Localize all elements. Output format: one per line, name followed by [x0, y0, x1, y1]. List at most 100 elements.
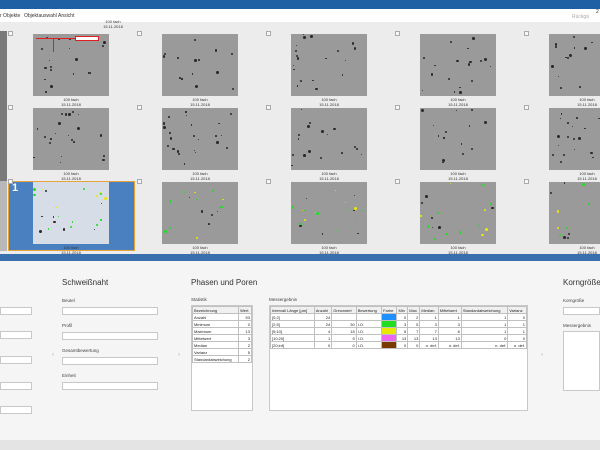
header-caption: 100 fach 15.11.2018: [68, 19, 158, 29]
image-thumbnail[interactable]: [291, 182, 367, 244]
thumbnail-caption-date: 15.11.2018: [319, 176, 339, 181]
checkbox-icon[interactable]: [395, 31, 400, 36]
pore-speck: [315, 87, 318, 91]
pore-speck: [443, 137, 445, 139]
field-label-einheit: Einheit: [62, 373, 76, 378]
beutel-input[interactable]: [62, 307, 158, 315]
statistik-table: Bezeichnung Wert Anzahl 53 Minimum 0 Maximum 13…: [191, 306, 252, 363]
table-row[interactable]: [5;10] 4 15 i.O. 5 7 7 6 1 1: [270, 327, 527, 335]
undo-link[interactable]: Rückgä: [572, 14, 589, 20]
pore-speck: [484, 208, 487, 212]
menu-item-objekte[interactable]: r Objekte: [0, 13, 20, 19]
image-thumbnail[interactable]: [420, 108, 496, 170]
table-row[interactable]: Maximum 13: [191, 327, 252, 335]
table-row[interactable]: Standardabweichung 2: [191, 355, 252, 363]
pore-speck: [560, 87, 563, 90]
pore-speck: [193, 39, 196, 42]
table-row[interactable]: Mittelwert 3: [191, 334, 252, 342]
image-thumbnail[interactable]: [549, 182, 600, 244]
pore-speck: [197, 138, 200, 141]
checkbox-icon[interactable]: [524, 179, 529, 184]
left-field-4[interactable]: [0, 382, 32, 390]
checkbox-icon[interactable]: [266, 31, 271, 36]
statistik-cell: 13: [238, 327, 252, 335]
pore-speck: [77, 113, 79, 115]
checkbox-icon[interactable]: [8, 105, 13, 110]
pore-speck: [562, 153, 566, 157]
gallery-left-scroll-lower[interactable]: [0, 181, 7, 251]
checkbox-icon[interactable]: [137, 31, 142, 36]
left-field-2[interactable]: [0, 331, 32, 339]
table-row[interactable]: Minimum 0: [191, 320, 252, 328]
messergebnis-cell: [20;inf]: [270, 341, 315, 349]
image-thumbnail[interactable]: [291, 34, 367, 96]
pore-speck: [210, 213, 213, 216]
checkbox-icon[interactable]: [524, 31, 529, 36]
statistik-cell: 5: [238, 348, 252, 356]
table-row[interactable]: [2;5] 24 30 i.O. 3 5 3 3 1 1: [270, 320, 527, 328]
left-field-1[interactable]: [0, 307, 32, 315]
image-thumbnail[interactable]: [291, 108, 367, 170]
checkbox-icon[interactable]: [8, 31, 13, 36]
field-label-beutel: Beutel: [62, 298, 75, 303]
messergebnis-header-cell: Min: [396, 306, 409, 314]
checkbox-icon[interactable]: [8, 179, 13, 184]
thumbnail-caption-date: 15.11.2018: [61, 176, 81, 181]
checkbox-icon[interactable]: [395, 179, 400, 184]
checkbox-icon[interactable]: [137, 179, 142, 184]
einheit-input[interactable]: [62, 382, 158, 390]
messergebnis-cell: n. def.: [437, 341, 462, 349]
image-thumbnail[interactable]: [162, 108, 238, 170]
checkbox-icon[interactable]: [524, 105, 529, 110]
pore-speck: [556, 210, 560, 214]
image-thumbnail[interactable]: [549, 108, 600, 170]
gesamtbewertung-input[interactable]: [62, 357, 158, 365]
pore-speck: [567, 57, 569, 60]
color-swatch: [381, 320, 398, 328]
left-field-5[interactable]: [0, 406, 32, 414]
pore-speck: [226, 146, 229, 149]
chevron-right-icon[interactable]: ›: [178, 352, 180, 358]
table-row[interactable]: Varianz 5: [191, 348, 252, 356]
image-thumbnail[interactable]: [33, 108, 109, 170]
left-field-3[interactable]: [0, 356, 32, 364]
pore-speck: [584, 127, 586, 130]
image-thumbnail[interactable]: [162, 34, 238, 96]
pore-speck: [194, 151, 196, 154]
pore-speck: [448, 77, 451, 80]
table-row[interactable]: [0;2] 24 0 2 1 1 1 0: [270, 313, 527, 321]
table-row[interactable]: [10;20] 1 5 i.O. 13 13 13 13 0 0: [270, 334, 527, 342]
pore-speck: [169, 136, 173, 140]
checkbox-icon[interactable]: [395, 105, 400, 110]
pore-speck: [41, 188, 44, 191]
thumbnail-caption-date: 15.11.2018: [448, 102, 468, 107]
image-thumbnail[interactable]: [33, 34, 109, 96]
messergebnis-cell: 0: [396, 313, 409, 321]
pore-speck: [185, 114, 187, 116]
pore-speck: [471, 37, 475, 40]
menu-item-objektauswahl[interactable]: Objektauswahl: [24, 13, 57, 19]
profil-input[interactable]: [62, 332, 158, 340]
image-thumbnail[interactable]: [420, 182, 496, 244]
chevron-right-icon-2[interactable]: ›: [541, 352, 543, 358]
table-row[interactable]: Anzahl 53: [191, 313, 252, 321]
checkbox-icon[interactable]: [137, 105, 142, 110]
table-row[interactable]: [20;inf] 0 0 i.O. 0 0 n. def. n. def. n. def. n. …: [270, 341, 527, 349]
divider-band: [0, 254, 600, 261]
thumbnail-caption: 100 fach 15.11.2018: [26, 97, 116, 107]
pore-speck: [436, 211, 440, 215]
chevron-left-icon[interactable]: ‹: [52, 352, 54, 358]
annotation-label-box: [75, 36, 99, 41]
korngroesse-input[interactable]: [563, 307, 600, 315]
checkbox-icon[interactable]: [266, 179, 271, 184]
messergebnis-cell: 1: [507, 320, 527, 328]
checkbox-icon[interactable]: [266, 105, 271, 110]
image-thumbnail[interactable]: [33, 182, 109, 244]
image-thumbnail[interactable]: [549, 34, 600, 96]
korngroesse-result-box[interactable]: [563, 331, 600, 391]
gallery-left-scroll[interactable]: [0, 31, 7, 181]
image-thumbnail[interactable]: [420, 34, 496, 96]
image-thumbnail[interactable]: [162, 182, 238, 244]
pore-speck: [101, 202, 103, 205]
table-row[interactable]: Median 2: [191, 341, 252, 349]
